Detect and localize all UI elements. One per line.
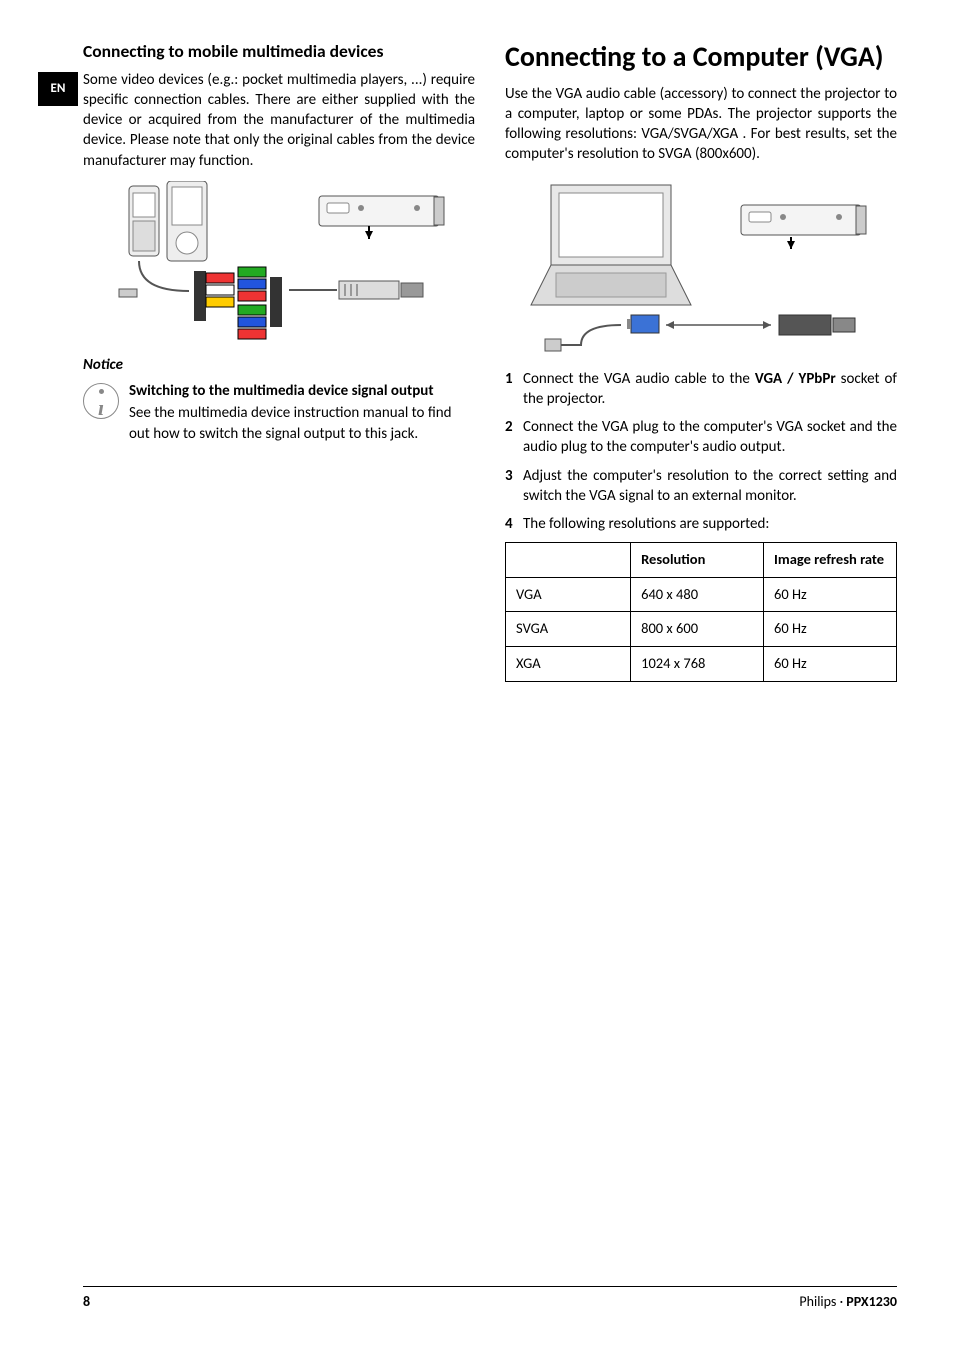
info-icon: ı (83, 383, 119, 419)
right-intro: Use the VGA audio cable (accessory) to c… (505, 84, 897, 165)
language-tab: EN (38, 72, 78, 106)
right-column: Connecting to a Computer (VGA) Use the V… (505, 40, 897, 682)
table-row: VGA 640 x 480 60 Hz (506, 577, 897, 612)
resolution-table: Resolution Image refresh rate VGA 640 x … (505, 542, 897, 681)
table-header-row: Resolution Image refresh rate (506, 543, 897, 578)
left-column: Connecting to mobile multimedia devices … (83, 40, 475, 682)
notice-label: Notice (83, 355, 475, 375)
th-refresh: Image refresh rate (764, 543, 897, 578)
notice-title: Switching to the multimedia device signa… (129, 381, 475, 401)
step-3: Adjust the computer's resolution to the … (505, 466, 897, 507)
step-1: Connect the VGA audio cable to the VGA /… (505, 369, 897, 410)
table-row: SVGA 800 x 600 60 Hz (506, 612, 897, 647)
page-number: 8 (83, 1293, 90, 1312)
left-intro: Some video devices (e.g.: pocket multime… (83, 70, 475, 171)
th-resolution: Resolution (631, 543, 764, 578)
step-2: Connect the VGA plug to the computer's V… (505, 417, 897, 458)
figure-vga-connection (505, 175, 897, 355)
page-body: Connecting to mobile multimedia devices … (83, 40, 897, 682)
notice-block: ı Switching to the multimedia device sig… (83, 381, 475, 444)
page-footer: 8 Philips · PPX1230 (83, 1286, 897, 1312)
notice-text: Switching to the multimedia device signa… (129, 381, 475, 444)
steps-list: Connect the VGA audio cable to the VGA /… (505, 369, 897, 535)
notice-body: See the multimedia device instruction ma… (129, 403, 475, 444)
left-heading: Connecting to mobile multimedia devices (83, 40, 475, 64)
step-4: The following resolutions are supported: (505, 514, 897, 534)
footer-model: Philips · PPX1230 (799, 1293, 897, 1312)
right-heading: Connecting to a Computer (VGA) (505, 40, 897, 74)
figure-mobile-connection (83, 181, 475, 341)
table-row: XGA 1024 x 768 60 Hz (506, 647, 897, 682)
th-blank (506, 543, 631, 578)
